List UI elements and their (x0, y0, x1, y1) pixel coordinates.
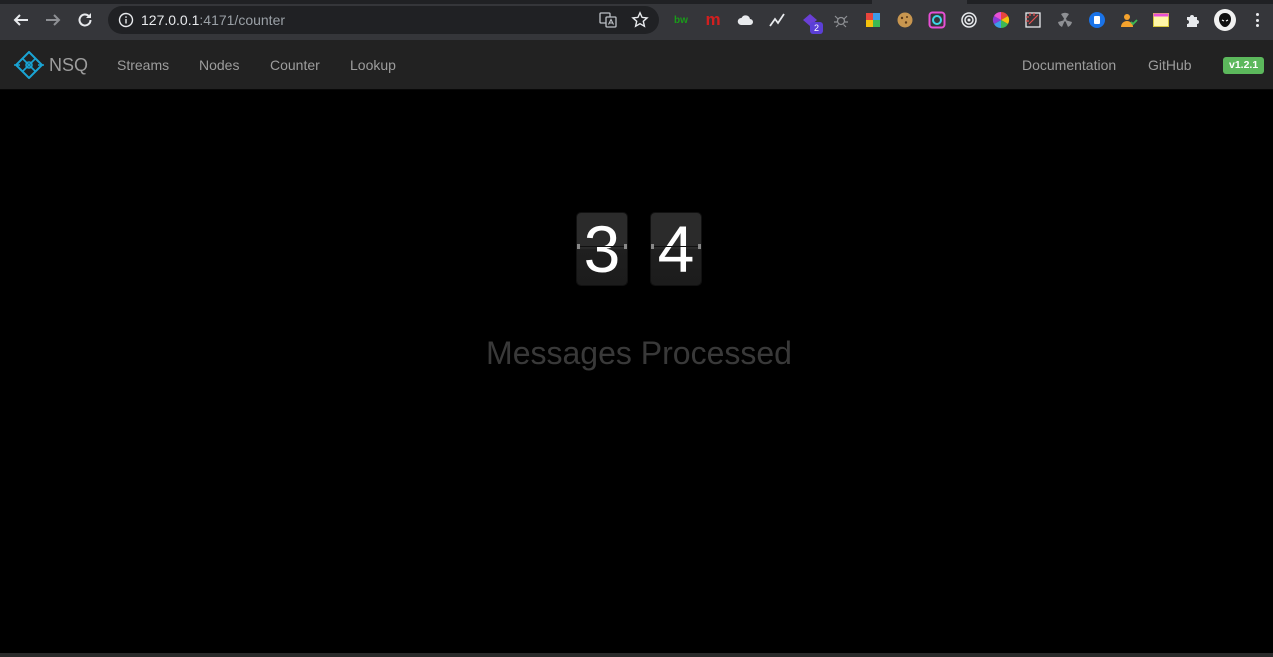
brand-name: NSQ (49, 54, 89, 75)
yellow-window-extension-icon[interactable] (1152, 11, 1170, 29)
flip-hinge (698, 244, 701, 249)
counter-label: Messages Processed (486, 335, 792, 371)
brand-link[interactable]: NSQ (13, 50, 88, 80)
extension-badge: 2 (810, 22, 823, 34)
nav-nodes[interactable]: Nodes (199, 56, 239, 74)
flip-hinge (577, 244, 580, 249)
url-text[interactable]: 127.0.0.1:4171/counter (141, 12, 285, 28)
back-arrow-icon (13, 14, 28, 26)
bookmark-star-icon[interactable] (631, 11, 649, 29)
flip-hinge (624, 244, 627, 249)
flip-divider (651, 246, 701, 247)
url-host: 127.0.0.1 (141, 12, 200, 28)
version-badge: v1.2.1 (1223, 57, 1265, 74)
counter-digit-value: 3 (583, 213, 621, 285)
reload-icon (78, 13, 92, 27)
target-extension-icon[interactable] (960, 11, 978, 29)
zigzag-extension-icon[interactable] (768, 11, 786, 29)
forward-button[interactable] (41, 8, 65, 32)
flip-hinge (651, 244, 654, 249)
reload-button[interactable] (73, 8, 97, 32)
nav-github[interactable]: GitHub (1148, 56, 1192, 74)
nav-streams[interactable]: Streams (117, 56, 169, 74)
translate-icon[interactable] (599, 11, 617, 29)
nsq-navbar: NSQ Streams Nodes Counter Lookup Documen… (0, 40, 1273, 90)
info-icon[interactable] (118, 12, 134, 28)
counter-digit: 4 (651, 213, 701, 285)
active-tab[interactable] (872, 0, 967, 4)
puzzle-color-extension-icon[interactable] (864, 11, 882, 29)
back-button[interactable] (9, 8, 33, 32)
nav-lookup[interactable]: Lookup (350, 56, 396, 74)
flip-divider (577, 246, 627, 247)
cloud-extension-icon[interactable] (736, 11, 754, 29)
m-extension-icon[interactable]: m (704, 10, 722, 29)
ruler-extension-icon[interactable] (1024, 11, 1042, 29)
extensions-puzzle-icon[interactable] (1184, 11, 1202, 29)
profile-avatar-icon[interactable] (1214, 9, 1236, 31)
nav-documentation[interactable]: Documentation (1022, 56, 1116, 74)
counter-digit-value: 4 (657, 213, 695, 285)
color-wheel-extension-icon[interactable] (992, 11, 1010, 29)
cookie-extension-icon[interactable] (896, 11, 914, 29)
browser-toolbar: 127.0.0.1:4171/counter bw m 2 (0, 0, 1273, 40)
window-bottom-edge (0, 653, 1273, 657)
forward-arrow-icon (46, 14, 61, 26)
person-check-extension-icon[interactable] (1120, 11, 1138, 29)
nav-counter[interactable]: Counter (270, 56, 320, 74)
address-bar[interactable]: 127.0.0.1:4171/counter (108, 6, 659, 34)
bug-extension-icon[interactable] (832, 11, 850, 29)
radiation-extension-icon[interactable] (1056, 11, 1074, 29)
nsq-logo-icon (14, 51, 44, 79)
counter-digit: 3 (577, 213, 627, 285)
color-ring-extension-icon[interactable] (928, 11, 946, 29)
browser-menu-icon[interactable] (1250, 11, 1264, 29)
bw-extension-icon[interactable]: bw (672, 11, 690, 29)
blue-doc-extension-icon[interactable] (1088, 11, 1106, 29)
url-path: :4171/counter (199, 12, 286, 28)
tab-strip (0, 0, 1273, 4)
